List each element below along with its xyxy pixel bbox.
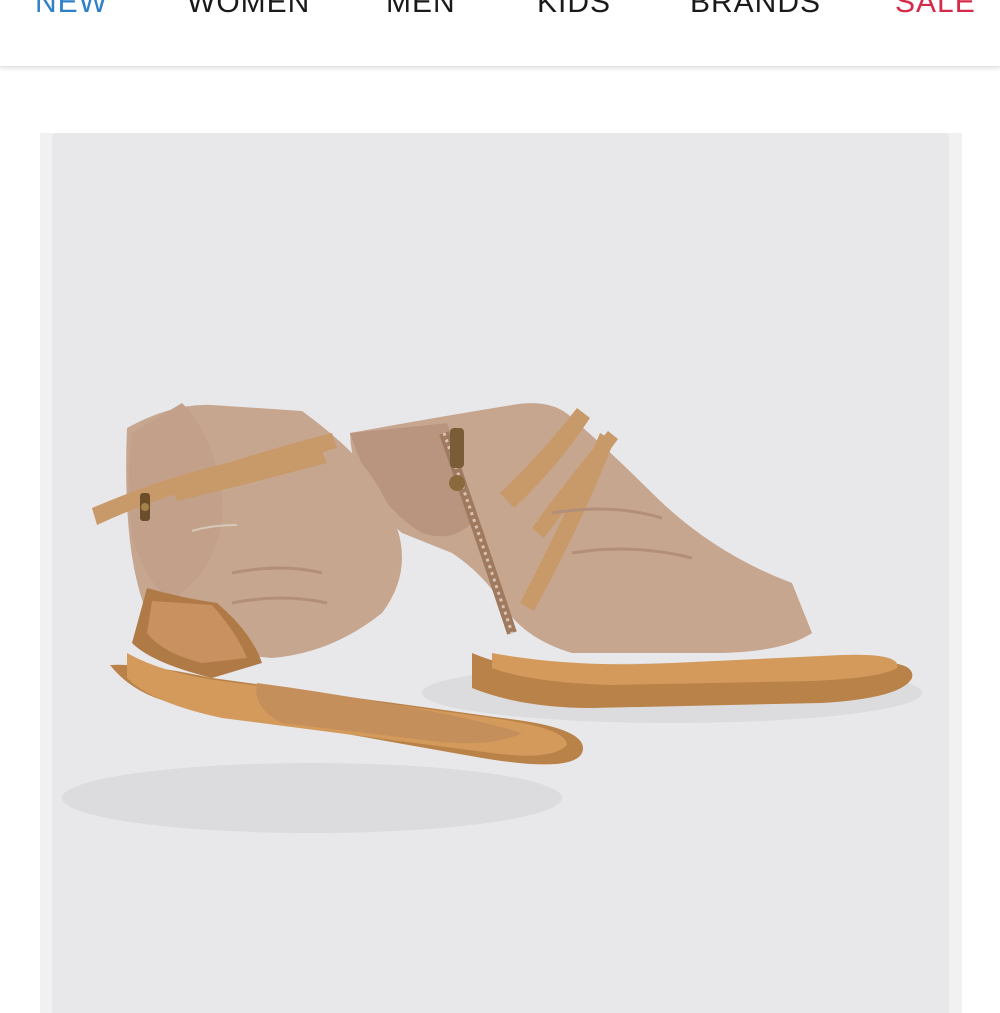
top-navigation: NEW WOMEN MEN KIDS BRANDS SALE <box>0 0 1000 67</box>
nav-women-link[interactable]: WOMEN <box>187 0 310 18</box>
product-image[interactable] <box>52 133 949 1013</box>
nav-new-link[interactable]: NEW <box>35 0 108 18</box>
nav-men-link[interactable]: MEN <box>386 0 456 18</box>
nav-brands-link[interactable]: BRANDS <box>690 0 821 18</box>
nav-sale-link[interactable]: SALE <box>895 0 976 18</box>
sandal-pair-image <box>62 403 922 833</box>
nav-kids-link[interactable]: KIDS <box>537 0 611 18</box>
